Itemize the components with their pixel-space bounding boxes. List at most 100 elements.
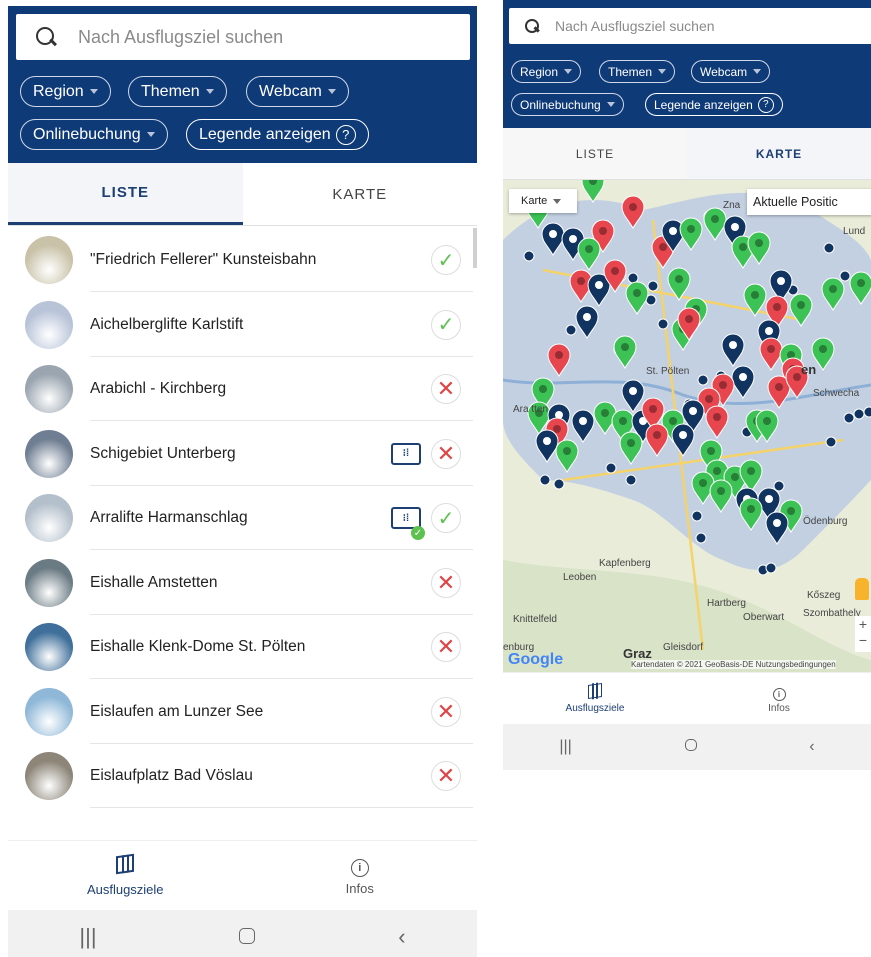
map-credit[interactable]: Kartendaten © 2021 GeoBasis-DE Nutzungsb… (631, 660, 836, 669)
pegman-icon[interactable] (855, 578, 869, 600)
back-button[interactable]: ‹ (398, 924, 405, 950)
map-pin-dot (669, 227, 677, 235)
search-input[interactable]: Nach Ausflugsziel suchen (555, 18, 715, 34)
list-item-label: Arabichl - Kirchberg (90, 380, 227, 397)
map-label-znaim: Zna (723, 200, 741, 211)
cluster-dot[interactable] (823, 242, 835, 254)
nav-infos[interactable]: i Infos (243, 841, 478, 910)
tab-liste[interactable]: LISTE (8, 163, 243, 225)
open-check-icon: ✓ (431, 245, 461, 275)
chevron-down-icon (146, 132, 155, 137)
search-bar[interactable]: Nach Ausflugsziel suchen (16, 14, 470, 60)
filter-region-label: Region (520, 64, 559, 79)
list-item-label: Eislaufen am Lunzer See (90, 702, 264, 720)
map-label-st-poelten: St. Pölten (646, 366, 690, 377)
tab-liste[interactable]: LISTE (503, 128, 687, 179)
avatar (25, 752, 73, 800)
map-pin-dot (583, 313, 591, 321)
filter-onlinebuchung[interactable]: Onlinebuchung (20, 119, 168, 150)
list-item[interactable]: Eishalle Klenk-Dome St. Pölten ✕ (8, 615, 477, 679)
map-screen: Nach Ausflugsziel suchen Region Themen W… (503, 0, 871, 770)
home-button[interactable] (239, 924, 256, 950)
list-item[interactable]: Arralifte Harmanschlag ⁝⁞ ✓ ✓ (8, 486, 477, 550)
filter-themen[interactable]: Themen (128, 76, 227, 107)
home-icon (684, 739, 697, 751)
map-view[interactable]: Karte Aktuelle Positic Zna Lund St. Pölt… (503, 180, 871, 672)
nav-ausflugsziele[interactable]: Ausflugsziele (8, 841, 243, 910)
map-label-kapfenberg: Kapfenberg (599, 558, 651, 569)
list-screen: Nach Ausflugsziel suchen Region Themen W… (8, 6, 477, 957)
list-item[interactable]: Arabichl - Kirchberg ✕ (8, 357, 477, 421)
filter-onlinebuchung[interactable]: Onlinebuchung (511, 93, 624, 116)
list-item-label: Eislaufplatz Bad Vöslau (90, 767, 253, 784)
cluster-dot[interactable] (691, 510, 703, 522)
legend-button[interactable]: Legende anzeigen? (645, 93, 783, 116)
map-pin-dot (829, 285, 837, 293)
legend-button[interactable]: Legende anzeigen? (186, 119, 369, 150)
map-pin-dot (773, 303, 781, 311)
list-item[interactable]: Eishalle Amstetten ✕ (8, 551, 477, 615)
cluster-dot[interactable] (657, 318, 669, 330)
map-pin-dot (767, 345, 775, 353)
list-item[interactable]: Eislaufplatz Bad Vöslau ✕ (8, 744, 477, 808)
closed-x-icon: ✕ (431, 438, 461, 469)
avatar (25, 429, 73, 478)
filter-themen[interactable]: Themen (599, 60, 676, 83)
scrollbar[interactable] (473, 228, 477, 268)
search-bar[interactable]: Nach Ausflugsziel suchen (509, 8, 871, 44)
zoom-out-button[interactable]: − (855, 632, 871, 648)
filter-region[interactable]: Region (20, 76, 111, 107)
cluster-dot[interactable] (839, 270, 851, 282)
search-input[interactable]: Nach Ausflugsziel suchen (78, 27, 283, 48)
tab-karte[interactable]: KARTE (243, 163, 478, 225)
cluster-dot[interactable] (625, 474, 637, 486)
info-icon: i (772, 687, 786, 701)
home-button[interactable] (684, 738, 697, 756)
map-label-wien: en (801, 362, 817, 377)
list-item[interactable]: "Friedrich Fellerer" Kunsteisbahn ✓ (8, 228, 477, 292)
recents-button[interactable]: ||| (559, 738, 571, 756)
cluster-dot[interactable] (765, 562, 777, 574)
cluster-dot[interactable] (697, 374, 709, 386)
cluster-dot[interactable] (647, 280, 659, 292)
zoom-in-button[interactable]: + (855, 616, 871, 632)
avatar (25, 300, 73, 349)
list-item[interactable]: Aichelberglifte Karlstift ✓ (8, 293, 477, 357)
cluster-dot[interactable] (565, 324, 577, 336)
filter-webcam[interactable]: Webcam (246, 76, 349, 107)
map-pin-dot (549, 230, 557, 238)
current-position-button[interactable]: Aktuelle Positic (747, 189, 871, 215)
back-button[interactable]: ‹ (809, 738, 814, 756)
list-item[interactable]: Schigebiet Unterberg ⁝⁞ ✕ (8, 422, 477, 486)
recents-button[interactable]: ||| (79, 924, 96, 950)
cluster-dot[interactable] (843, 412, 855, 424)
map-pin-dot (669, 417, 677, 425)
map-type-selector[interactable]: Karte (509, 189, 577, 213)
cluster-dot[interactable] (627, 272, 639, 284)
open-check-icon: ✓ (431, 503, 461, 533)
filter-region[interactable]: Region (511, 60, 582, 83)
list-item[interactable]: Eislaufen am Lunzer See ✕ (8, 680, 477, 744)
destination-list[interactable]: "Friedrich Fellerer" Kunsteisbahn ✓ Aichel… (8, 228, 477, 840)
filter-webcam-label: Webcam (700, 64, 748, 79)
check-icon: ✓ (411, 526, 425, 540)
nav-ausflugsziele[interactable]: Ausflugsziele (503, 673, 687, 724)
cluster-dot[interactable] (553, 478, 565, 490)
cluster-dot[interactable] (605, 462, 617, 474)
header: Nach Ausflugsziel suchen Region Themen W… (503, 0, 871, 128)
cluster-dot[interactable] (539, 474, 551, 486)
cluster-dot[interactable] (863, 406, 871, 418)
nav-infos[interactable]: i Infos (687, 673, 871, 724)
filter-webcam[interactable]: Webcam (691, 60, 771, 83)
map-pin-dot (627, 439, 635, 447)
cluster-dot[interactable] (695, 532, 707, 544)
nav-ausflugsziele-label: Ausflugsziele (86, 881, 164, 897)
tab-karte[interactable]: KARTE (687, 128, 871, 179)
cluster-dot[interactable] (853, 408, 865, 420)
cluster-dot[interactable] (825, 436, 837, 448)
map-pin-dot (553, 425, 561, 433)
cluster-dot[interactable] (523, 250, 535, 262)
help-icon: ? (757, 96, 774, 113)
chevron-down-icon (327, 89, 336, 94)
zoom-control[interactable]: + − (855, 616, 871, 652)
